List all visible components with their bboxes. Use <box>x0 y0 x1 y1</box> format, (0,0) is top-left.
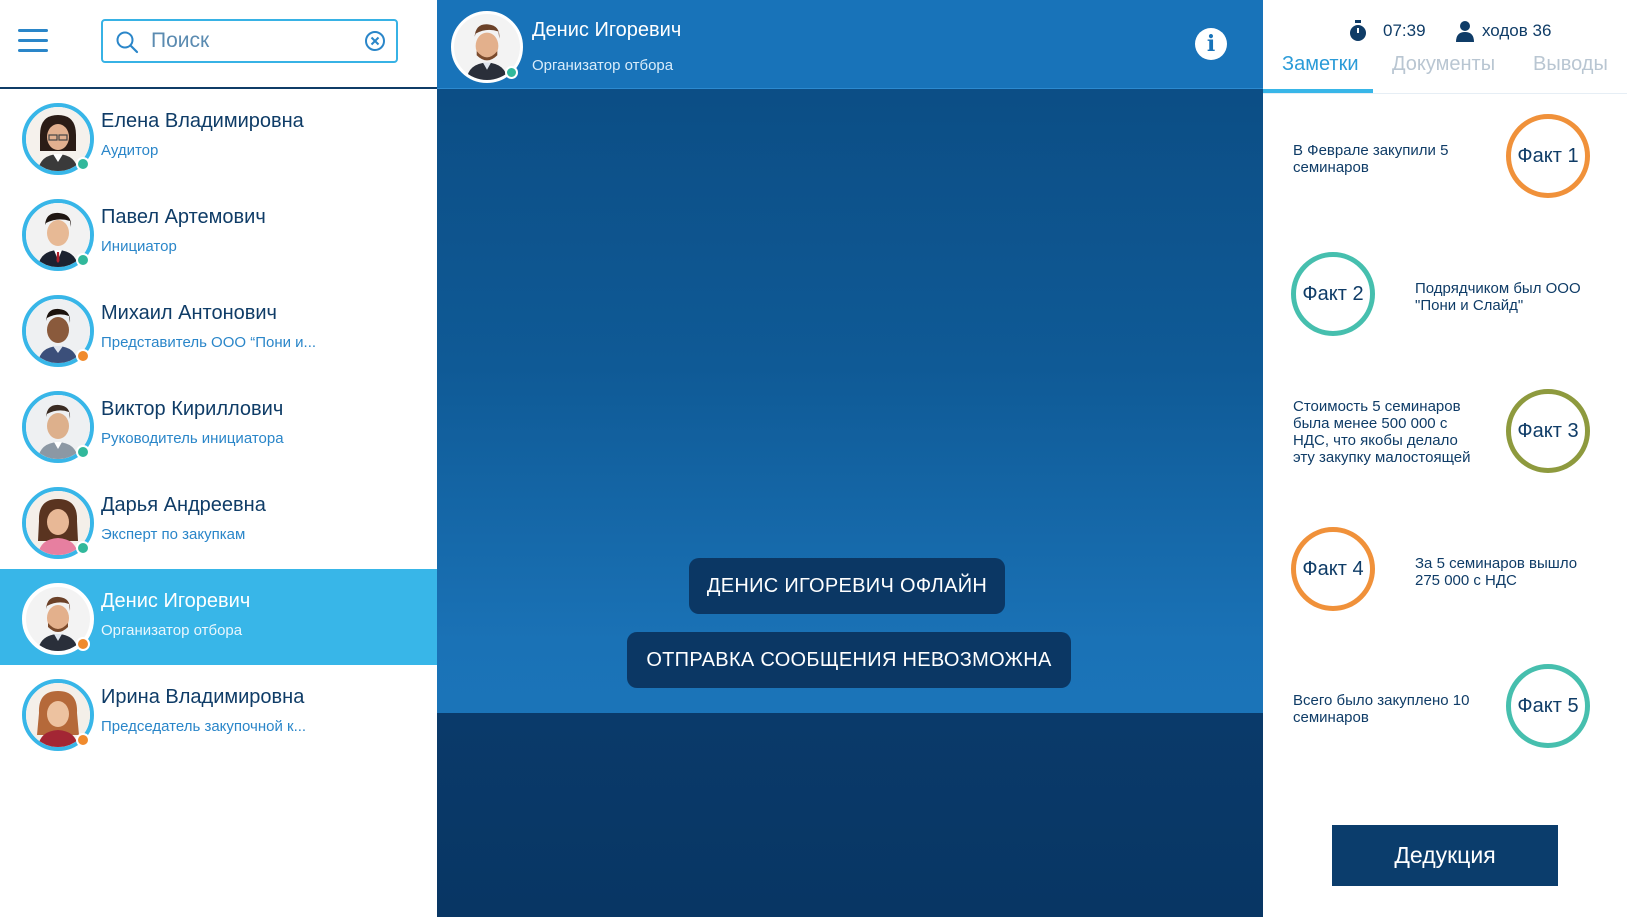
chat-input-area <box>437 713 1263 917</box>
search-icon <box>116 31 139 54</box>
deduction-button[interactable]: Дедукция <box>1332 825 1558 886</box>
status-dot <box>76 253 90 267</box>
status-dot <box>76 733 90 747</box>
tab-notes[interactable]: Заметки <box>1282 53 1359 76</box>
fact-item: Факт 2 Подрядчиком был ООО "Пони и Слайд… <box>1263 250 1627 350</box>
fact-item: Факт 4 За 5 семинаров вышло 275 000 с НД… <box>1263 525 1627 625</box>
status-dot <box>505 66 518 79</box>
chat-header: Денис Игоревич Организатор отбора i <box>437 0 1263 89</box>
fact-circle[interactable]: Факт 2 <box>1291 252 1375 336</box>
contact-name: Ирина Владимировна <box>101 686 305 708</box>
contact-name: Денис Игоревич <box>101 590 251 612</box>
contacts-header <box>0 0 437 89</box>
contact-name: Михаил Антонович <box>101 302 277 324</box>
tab-conclusions[interactable]: Выводы <box>1533 53 1608 76</box>
timer-value: 07:39 <box>1383 21 1426 40</box>
chat-contact-name: Денис Игоревич <box>532 19 682 41</box>
contact-name: Виктор Кириллович <box>101 398 284 420</box>
contact-item-active[interactable]: Денис Игоревич Организатор отбора <box>0 569 437 665</box>
fact-text: За 5 семинаров вышло 275 000 с НДС <box>1415 555 1578 589</box>
contact-role: Эксперт по закупкам <box>101 526 246 543</box>
fact-circle[interactable]: Факт 3 <box>1506 389 1590 473</box>
send-unavailable-notice: ОТПРАВКА СООБЩЕНИЯ НЕВОЗМОЖНА <box>627 632 1071 688</box>
tab-documents[interactable]: Документы <box>1392 53 1495 76</box>
contact-name: Павел Артемович <box>101 206 266 228</box>
contact-item[interactable]: Дарья Андреевна Эксперт по закупкам <box>0 473 437 569</box>
contact-name: Елена Владимировна <box>101 110 304 132</box>
contact-role: Представитель ООО “Пони и... <box>101 334 317 351</box>
chat-contact-role: Организатор отбора <box>532 57 674 74</box>
status-dot <box>76 445 90 459</box>
fact-text: Подрядчиком был ООО "Пони и Слайд" <box>1415 280 1581 314</box>
fact-item: Всего было закуплено 10 семинаров Факт 5 <box>1263 662 1627 762</box>
contact-name: Дарья Андреевна <box>101 494 266 516</box>
status-dot <box>76 349 90 363</box>
search-input[interactable] <box>151 27 351 55</box>
fact-circle[interactable]: Факт 1 <box>1506 114 1590 198</box>
offline-notice: ДЕНИС ИГОРЕВИЧ ОФЛАЙН <box>689 558 1005 614</box>
moves-counter: ходов 36 <box>1482 21 1552 40</box>
contact-item[interactable]: Михаил Антонович Представитель ООО “Пони… <box>0 281 437 377</box>
contact-list: Елена Владимировна Аудитор Павел Артемов… <box>0 89 437 761</box>
user-icon <box>1456 21 1474 42</box>
status-dot <box>76 637 90 651</box>
fact-circle[interactable]: Факт 4 <box>1291 527 1375 611</box>
contact-role: Аудитор <box>101 142 159 159</box>
contact-role: Председатель закупочной к... <box>101 718 307 735</box>
contact-item[interactable]: Елена Владимировна Аудитор <box>0 89 437 185</box>
clear-search-icon[interactable] <box>364 30 386 52</box>
fact-circle[interactable]: Факт 5 <box>1506 664 1590 748</box>
contact-role: Организатор отбора <box>101 622 243 639</box>
active-tab-indicator <box>1263 89 1373 93</box>
fact-item: Стоимость 5 семинаров была менее 500 000… <box>1263 387 1627 487</box>
fact-item: В Феврале закупили 5 семинаров Факт 1 <box>1263 112 1627 212</box>
contact-role: Инициатор <box>101 238 177 255</box>
status-dot <box>76 157 90 171</box>
stopwatch-icon <box>1350 20 1366 41</box>
contact-item[interactable]: Павел Артемович Инициатор <box>0 185 437 281</box>
notes-tabs: Заметки Документы Выводы <box>1263 51 1627 94</box>
status-dot <box>76 541 90 555</box>
fact-text: Стоимость 5 семинаров была менее 500 000… <box>1293 398 1471 466</box>
search-box <box>101 19 398 63</box>
hamburger-menu-icon[interactable] <box>18 29 48 53</box>
chat-panel: Денис Игоревич Организатор отбора i ДЕНИ… <box>437 0 1263 917</box>
notes-panel: 07:39 ходов 36 Заметки Документы Выводы … <box>1263 0 1627 917</box>
contacts-panel: Елена Владимировна Аудитор Павел Артемов… <box>0 0 437 917</box>
game-stats: 07:39 ходов 36 <box>1263 18 1627 44</box>
contact-item[interactable]: Виктор Кириллович Руководитель инициатор… <box>0 377 437 473</box>
info-icon[interactable]: i <box>1195 28 1227 60</box>
contact-role: Руководитель инициатора <box>101 430 284 447</box>
fact-text: В Феврале закупили 5 семинаров <box>1293 142 1449 176</box>
contact-item[interactable]: Ирина Владимировна Председатель закупочн… <box>0 665 437 761</box>
fact-text: Всего было закуплено 10 семинаров <box>1293 692 1470 726</box>
